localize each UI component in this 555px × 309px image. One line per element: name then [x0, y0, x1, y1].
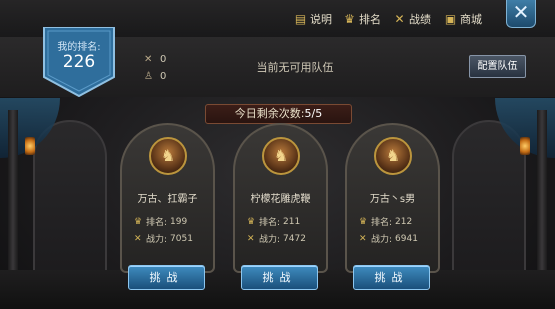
crossed-swords-icon: ✕ — [144, 54, 153, 65]
team-status-text: 当前无可用队伍 — [256, 61, 334, 74]
menu-shop[interactable]: ▣ 商城 — [444, 11, 482, 27]
crossed-swords-icon: ✕ — [394, 11, 405, 26]
power-value: 6941 — [395, 233, 418, 244]
power-label: 战力: — [371, 235, 393, 245]
stat-members-value: 0 — [160, 71, 167, 82]
opponent-power: ✕ 战力: 7051 — [134, 232, 193, 246]
warrior-avatar-icon[interactable]: ♞ — [262, 137, 300, 175]
opponent-rank: ♛ 排名: 199 — [134, 215, 188, 229]
remaining-count: 5/5 — [304, 107, 323, 120]
opponent-rank: ♛ 排名: 211 — [247, 215, 301, 229]
book-icon: ▤ — [294, 11, 307, 26]
opponent-name: 万古、扛霸子 — [137, 194, 198, 205]
chest-icon: ▣ — [444, 11, 457, 26]
my-rank-value: 226 — [62, 52, 96, 72]
opponent-name: 柠檬花雕虎鞭 — [250, 194, 311, 205]
stat-members: ♙ 0 — [144, 71, 166, 82]
challenge-button[interactable]: 挑战 — [353, 265, 430, 290]
opponent-card: ♞ 万古丶s男 ♛ 排名: 212 ✕ 战力: 6941 挑战 — [345, 123, 440, 291]
person-icon: ♙ — [144, 71, 153, 82]
opponent-rank: ♛ 排名: 212 — [359, 215, 413, 229]
my-rank-label: 我的排名: — [57, 42, 101, 53]
lamp-icon — [25, 137, 35, 155]
rank-label: 排名: — [371, 218, 393, 228]
opponent-card: ♞ 万古、扛霸子 ♛ 排名: 199 ✕ 战力: 7051 挑战 — [120, 123, 215, 291]
menu-shop-label: 商城 — [460, 13, 482, 26]
stat-wins: ✕ 0 — [144, 54, 166, 65]
opponent-name: 万古丶s男 — [369, 194, 416, 205]
challenge-button[interactable]: 挑战 — [128, 265, 205, 290]
crossed-swords-icon: ✕ — [247, 233, 255, 244]
trophy-icon: ♛ — [134, 216, 143, 227]
trophy-icon: ♛ — [359, 216, 368, 227]
rank-value: 212 — [395, 216, 413, 227]
opponent-power: ✕ 战力: 7472 — [247, 232, 306, 246]
rank-value: 199 — [170, 216, 188, 227]
menu-ranking-label: 排名 — [359, 13, 381, 26]
configure-team-button[interactable]: 配置队伍 — [469, 55, 526, 78]
power-value: 7051 — [170, 233, 193, 244]
rank-label: 排名: — [146, 218, 168, 228]
power-label: 战力: — [146, 235, 168, 245]
remaining-attempts: 今日剩余次数:5/5 — [205, 104, 352, 124]
rank-label: 排名: — [259, 218, 281, 228]
trophy-icon: ♛ — [247, 216, 256, 227]
challenge-button[interactable]: 挑战 — [241, 265, 318, 290]
remaining-label: 今日剩余次数: — [234, 107, 305, 120]
arena-screen: ▤ 说明 ♛ 排名 ✕ 战绩 ▣ 商城 ✕ 我的排名: 226 ✕ 0 ♙ 0 … — [0, 0, 555, 309]
menu-help-label: 说明 — [310, 13, 332, 26]
rank-value: 211 — [283, 216, 301, 227]
stat-wins-value: 0 — [160, 54, 167, 65]
opponent-card: ♞ 柠檬花雕虎鞭 ♛ 排名: 211 ✕ 战力: 7472 挑战 — [233, 123, 328, 291]
menu-record-label: 战绩 — [409, 13, 431, 26]
crossed-swords-icon: ✕ — [359, 233, 367, 244]
trophy-icon: ♛ — [344, 11, 355, 26]
close-icon: ✕ — [512, 0, 530, 24]
close-button[interactable]: ✕ — [506, 0, 536, 28]
warrior-avatar-icon[interactable]: ♞ — [149, 137, 187, 175]
menu-help[interactable]: ▤ 说明 — [294, 11, 332, 27]
warrior-avatar-icon[interactable]: ♞ — [374, 137, 412, 175]
power-label: 战力: — [259, 235, 281, 245]
menu-record[interactable]: ✕ 战绩 — [393, 11, 431, 27]
lamp-icon — [520, 137, 530, 155]
crossed-swords-icon: ✕ — [134, 233, 142, 244]
menu-ranking[interactable]: ♛ 排名 — [343, 11, 381, 27]
power-value: 7472 — [283, 233, 306, 244]
opponent-power: ✕ 战力: 6941 — [359, 232, 418, 246]
